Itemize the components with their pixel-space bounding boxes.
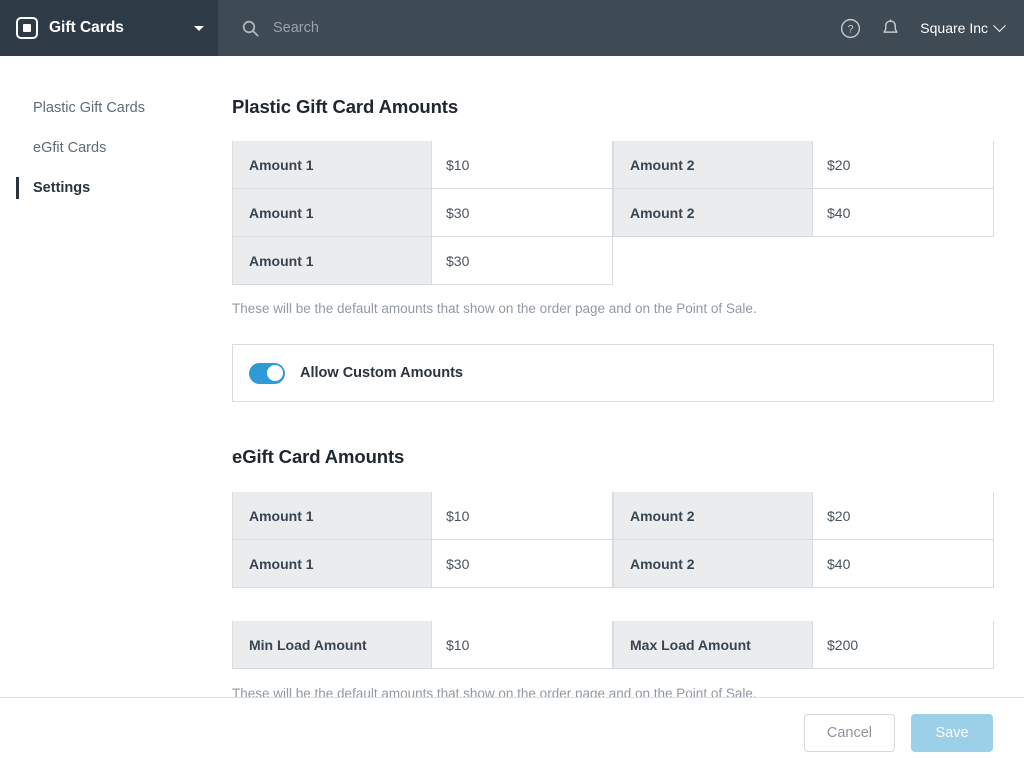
bell-icon[interactable] bbox=[870, 0, 910, 56]
table-cell-label: Amount 1 bbox=[232, 141, 432, 189]
sidebar-item-label: Settings bbox=[33, 180, 91, 196]
search-input[interactable]: Search bbox=[273, 20, 319, 36]
table-cell-empty bbox=[813, 237, 994, 285]
allow-custom-amounts-toggle[interactable] bbox=[249, 362, 285, 384]
egift-helper-text: These will be the default amounts that s… bbox=[232, 686, 757, 697]
brand-name: Gift Cards bbox=[49, 19, 124, 36]
allow-custom-amounts-label: Allow Custom Amounts bbox=[300, 365, 463, 381]
page-title-egift: eGift Card Amounts bbox=[232, 446, 405, 467]
account-menu[interactable]: Square Inc bbox=[910, 18, 1008, 36]
cancel-button[interactable]: Cancel bbox=[803, 714, 895, 752]
table-cell-value[interactable]: $40 bbox=[813, 540, 994, 588]
table-cell-value[interactable]: $20 bbox=[813, 492, 994, 540]
table-cell-empty bbox=[613, 237, 813, 285]
table-cell-value[interactable]: $10 bbox=[432, 492, 613, 540]
square-logo-icon bbox=[16, 17, 38, 39]
allow-custom-amounts-panel: Allow Custom Amounts bbox=[232, 344, 994, 402]
table-cell-value[interactable]: $30 bbox=[432, 189, 613, 237]
sidebar-item-plastic-gift-cards[interactable]: Plastic Gift Cards bbox=[0, 88, 218, 128]
top-header: Gift Cards Search ? Square Inc bbox=[0, 0, 1024, 56]
sidebar-item-label: eGfit Cards bbox=[33, 140, 107, 156]
table-cell-label: Amount 2 bbox=[613, 141, 813, 189]
chevron-down-icon bbox=[993, 18, 1006, 32]
table-cell-label: Amount 2 bbox=[613, 540, 813, 588]
egift-amounts-table: Amount 1 $10 Amount 2 $20 Amount 1 $30 A… bbox=[232, 492, 994, 588]
account-name: Square Inc bbox=[920, 20, 988, 36]
sidebar-item-egift-cards[interactable]: eGfit Cards bbox=[0, 128, 218, 168]
table-cell-label: Amount 2 bbox=[613, 492, 813, 540]
table-cell-value[interactable]: $30 bbox=[432, 237, 613, 285]
plastic-amounts-table: Amount 1 $10 Amount 2 $20 Amount 1 $30 A… bbox=[232, 141, 994, 285]
main-content: Plastic Gift Card Amounts Amount 1 $10 A… bbox=[218, 56, 1024, 697]
table-cell-value[interactable]: $10 bbox=[432, 621, 613, 669]
help-circle-icon[interactable]: ? bbox=[830, 0, 870, 56]
search-bar[interactable]: Search bbox=[218, 0, 830, 56]
sidebar-item-settings[interactable]: Settings bbox=[0, 168, 218, 208]
table-cell-label: Amount 1 bbox=[232, 540, 432, 588]
table-cell-label: Max Load Amount bbox=[613, 621, 813, 669]
table-cell-label: Amount 1 bbox=[232, 189, 432, 237]
search-icon bbox=[242, 20, 259, 37]
table-cell-value[interactable]: $10 bbox=[432, 141, 613, 189]
table-cell-label: Amount 1 bbox=[232, 492, 432, 540]
table-cell-value[interactable]: $200 bbox=[813, 621, 994, 669]
plastic-helper-text: These will be the default amounts that s… bbox=[232, 301, 757, 316]
table-cell-label: Amount 1 bbox=[232, 237, 432, 285]
table-cell-label: Min Load Amount bbox=[232, 621, 432, 669]
svg-text:?: ? bbox=[847, 23, 853, 35]
load-amounts-table: Min Load Amount $10 Max Load Amount $200 bbox=[232, 621, 994, 669]
table-cell-value[interactable]: $30 bbox=[432, 540, 613, 588]
table-cell-value[interactable]: $40 bbox=[813, 189, 994, 237]
caret-down-icon[interactable] bbox=[194, 25, 204, 31]
page-title-plastic: Plastic Gift Card Amounts bbox=[232, 96, 459, 117]
brand-block[interactable]: Gift Cards bbox=[0, 0, 218, 56]
sidebar-nav: Plastic Gift Cards eGfit Cards Settings bbox=[0, 56, 218, 768]
table-cell-label: Amount 2 bbox=[613, 189, 813, 237]
toggle-knob bbox=[266, 365, 283, 381]
sidebar-item-label: Plastic Gift Cards bbox=[33, 100, 145, 116]
header-actions: ? Square Inc bbox=[830, 0, 1024, 56]
save-button[interactable]: Save bbox=[911, 714, 993, 752]
form-footer: Cancel Save bbox=[0, 697, 1024, 768]
table-cell-value[interactable]: $20 bbox=[813, 141, 994, 189]
